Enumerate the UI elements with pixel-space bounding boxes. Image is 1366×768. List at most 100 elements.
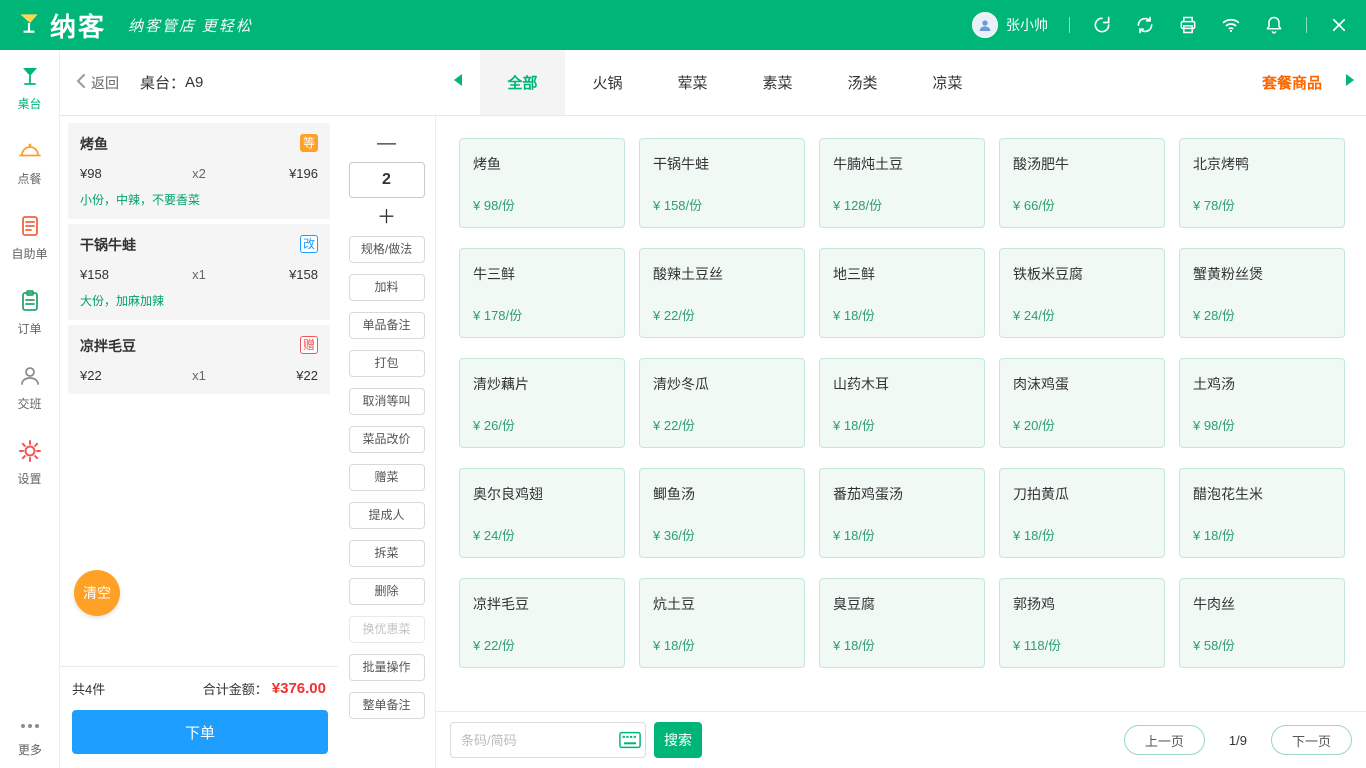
sidebar-item-tables[interactable]: 桌台 <box>0 50 59 125</box>
printer-icon[interactable] <box>1177 14 1199 36</box>
order-item-price: ¥22 <box>80 368 152 383</box>
menu-item[interactable]: 地三鲜¥ 18/份 <box>819 248 985 338</box>
menu-item[interactable]: 北京烤鸭¥ 78/份 <box>1179 138 1345 228</box>
menu-item-name: 鲫鱼汤 <box>653 484 791 504</box>
tab-all[interactable]: 全部 <box>480 50 565 115</box>
sidebar-item-self-service[interactable]: 自助单 <box>0 200 59 275</box>
menu-item[interactable]: 牛肉丝¥ 58/份 <box>1179 578 1345 668</box>
sync-icon[interactable] <box>1134 14 1156 36</box>
menu-item[interactable]: 土鸡汤¥ 98/份 <box>1179 358 1345 448</box>
notification-bell-icon[interactable] <box>1263 14 1285 36</box>
menu-item[interactable]: 臭豆腐¥ 18/份 <box>819 578 985 668</box>
gift-dish-button[interactable]: 赠菜 <box>349 464 425 491</box>
prev-page-button[interactable]: 上一页 <box>1124 725 1205 755</box>
qty-plus-button[interactable]: ＋ <box>349 206 425 230</box>
wifi-icon[interactable] <box>1220 14 1242 36</box>
menu-item[interactable]: 清炒冬瓜¥ 22/份 <box>639 358 805 448</box>
split-dish-button[interactable]: 拆菜 <box>349 540 425 567</box>
tab-cold-dishes[interactable]: 凉菜 <box>905 50 990 115</box>
order-item-total: ¥158 <box>246 267 318 282</box>
sidebar-item-orders[interactable]: 订单 <box>0 275 59 350</box>
menu-item[interactable]: 凉拌毛豆¥ 22/份 <box>459 578 625 668</box>
menu-item[interactable]: 醋泡花生米¥ 18/份 <box>1179 468 1345 558</box>
qty-minus-button[interactable]: — <box>349 132 425 156</box>
user-account[interactable]: 张小帅 <box>972 12 1048 38</box>
menu-item[interactable]: 蟹黄粉丝煲¥ 28/份 <box>1179 248 1345 338</box>
menu-item[interactable]: 刀拍黄瓜¥ 18/份 <box>999 468 1165 558</box>
sidebar-item-order-food[interactable]: 点餐 <box>0 125 59 200</box>
menu-item[interactable]: 鲫鱼汤¥ 36/份 <box>639 468 805 558</box>
menu-item-price: ¥ 118/份 <box>1013 635 1061 654</box>
barcode-input[interactable] <box>451 733 615 748</box>
menu-item-name: 烤鱼 <box>473 154 611 174</box>
sidebar-item-shift[interactable]: 交班 <box>0 350 59 425</box>
combo-products-tab[interactable]: 套餐商品 <box>1262 50 1322 115</box>
menu-item[interactable]: 炕土豆¥ 18/份 <box>639 578 805 668</box>
commission-person-button[interactable]: 提成人 <box>349 502 425 529</box>
menu-item-name: 番茄鸡蛋汤 <box>833 484 971 504</box>
delete-item-button[interactable]: 删除 <box>349 578 425 605</box>
menu-item[interactable]: 酸辣土豆丝¥ 22/份 <box>639 248 805 338</box>
table-label: 桌台： <box>140 72 185 93</box>
tab-hotpot[interactable]: 火锅 <box>565 50 650 115</box>
swap-discount-dish-button[interactable]: 换优惠菜 <box>349 616 425 643</box>
change-price-button[interactable]: 菜品改价 <box>349 426 425 453</box>
clear-order-button[interactable]: 清空 <box>74 570 120 616</box>
menu-item-price: ¥ 24/份 <box>1013 305 1055 324</box>
refresh-icon[interactable] <box>1091 14 1113 36</box>
takeout-pack-button[interactable]: 打包 <box>349 350 425 377</box>
menu-item[interactable]: 干锅牛蛙¥ 158/份 <box>639 138 805 228</box>
order-item-kaoyu[interactable]: 烤鱼 等 ¥98 x2 ¥196 小份，中辣，不要香菜 <box>68 123 330 219</box>
menu-item[interactable]: 肉沫鸡蛋¥ 20/份 <box>999 358 1165 448</box>
menu-item-name: 干锅牛蛙 <box>653 154 791 174</box>
sidebar-more-button[interactable]: 更多 <box>0 713 60 758</box>
menu-item[interactable]: 牛三鲜¥ 178/份 <box>459 248 625 338</box>
place-order-button[interactable]: 下单 <box>72 710 328 754</box>
pagination: 上一页 1/9 下一页 <box>1124 725 1352 755</box>
order-item-total: ¥196 <box>246 166 318 181</box>
tabs-scroll-right-button[interactable] <box>1345 50 1356 115</box>
menu-item[interactable]: 酸汤肥牛¥ 66/份 <box>999 138 1165 228</box>
menu-item[interactable]: 番茄鸡蛋汤¥ 18/份 <box>819 468 985 558</box>
brand-logo-icon <box>16 10 42 41</box>
order-item-note: 小份，中辣，不要香菜 <box>80 191 318 208</box>
menu-item[interactable]: 铁板米豆腐¥ 24/份 <box>999 248 1165 338</box>
tab-meat-dishes[interactable]: 荤菜 <box>650 50 735 115</box>
tools-panel: — 2 ＋ 规格/做法 加料 单品备注 打包 取消等叫 菜品改价 赠菜 提成人 … <box>338 116 435 768</box>
bottom-bar: 搜索 上一页 1/9 下一页 <box>436 711 1366 768</box>
tab-soups[interactable]: 汤类 <box>820 50 905 115</box>
menu-item[interactable]: 奥尔良鸡翅¥ 24/份 <box>459 468 625 558</box>
add-topping-button[interactable]: 加料 <box>349 274 425 301</box>
quantity-value[interactable]: 2 <box>349 162 425 198</box>
order-note-button[interactable]: 整单备注 <box>349 692 425 719</box>
menu-item[interactable]: 烤鱼 ¥ 98/份 <box>459 138 625 228</box>
order-item-ganguo-niuwa[interactable]: 干锅牛蛙 改 ¥158 x1 ¥158 大份，加麻加辣 <box>68 224 330 320</box>
sidebar-item-settings[interactable]: 设置 <box>0 425 59 500</box>
menu-item-price: ¥ 26/份 <box>473 415 515 434</box>
order-item-liangban-maodou[interactable]: 凉拌毛豆 赠 ¥22 x1 ¥22 <box>68 325 330 394</box>
spec-method-button[interactable]: 规格/做法 <box>349 236 425 263</box>
tabs-scroll-left-button[interactable] <box>452 50 463 115</box>
menu-item[interactable]: 郭扬鸡¥ 118/份 <box>999 578 1165 668</box>
order-panel-footer: 共4件 合计金额： ¥376.00 下单 <box>60 666 338 768</box>
tab-vegetable-dishes[interactable]: 素菜 <box>735 50 820 115</box>
next-page-button[interactable]: 下一页 <box>1271 725 1352 755</box>
back-button[interactable]: 返回 <box>76 50 119 115</box>
barcode-search-box <box>450 722 646 758</box>
sidebar-more-label: 更多 <box>18 741 42 758</box>
close-icon[interactable] <box>1328 14 1350 36</box>
menu-item[interactable]: 清炒藕片¥ 26/份 <box>459 358 625 448</box>
menu-item[interactable]: 牛腩炖土豆¥ 128/份 <box>819 138 985 228</box>
menu-item[interactable]: 山药木耳¥ 18/份 <box>819 358 985 448</box>
menu-item-price: ¥ 22/份 <box>653 415 695 434</box>
item-note-button[interactable]: 单品备注 <box>349 312 425 339</box>
keyboard-icon[interactable] <box>615 723 645 757</box>
search-button[interactable]: 搜索 <box>654 722 702 758</box>
menu-item-name: 酸汤肥牛 <box>1013 154 1151 174</box>
person-icon <box>17 363 43 389</box>
menu-item-name: 牛三鲜 <box>473 264 611 284</box>
menu-item-price: ¥ 98/份 <box>473 195 515 214</box>
batch-operation-button[interactable]: 批量操作 <box>349 654 425 681</box>
cancel-wait-call-button[interactable]: 取消等叫 <box>349 388 425 415</box>
menu-item-price: ¥ 28/份 <box>1193 305 1235 324</box>
